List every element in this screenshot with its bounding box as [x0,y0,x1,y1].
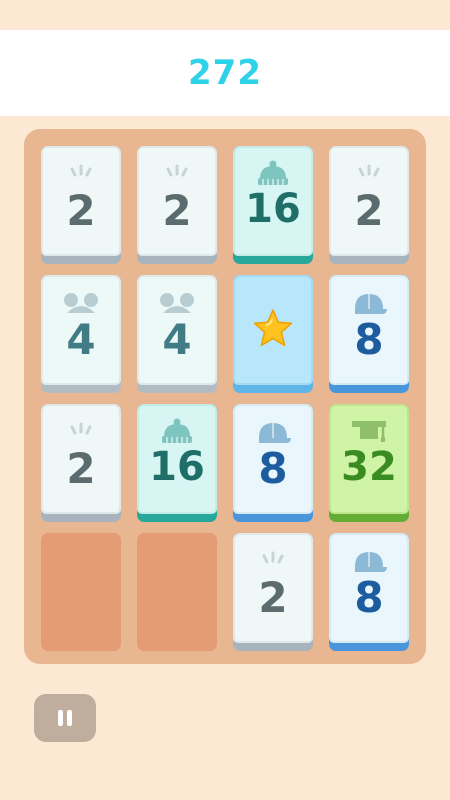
tile-face: 8 [233,404,313,514]
game-board[interactable]: 2 2 16 2 4 4 8 2 16 8 32 2 8 [24,129,426,664]
beanie-hat-icon [253,160,293,186]
tile-value: 4 [162,315,192,364]
empty-slot [41,533,121,651]
tile-value: 16 [245,186,301,232]
tile-value: 8 [354,315,384,364]
tile-4[interactable]: 4 [137,275,217,393]
tile-2[interactable]: 2 [329,146,409,264]
score-header: 272 [0,30,450,116]
tile-8[interactable]: 8 [329,275,409,393]
sparkle-icon [61,418,101,444]
status-bar [0,0,450,30]
sparkle-icon [349,160,389,186]
tile-face: 4 [41,275,121,385]
empty-slot [137,533,217,651]
star-icon [252,307,294,353]
tile-32[interactable]: 32 [329,404,409,522]
tile-value: 8 [354,573,384,622]
tile-face: 2 [41,146,121,256]
tile-8[interactable]: 8 [233,404,313,522]
tile-2[interactable]: 2 [41,146,121,264]
tile-face: 8 [329,275,409,385]
tile-2[interactable]: 2 [137,146,217,264]
tile-value: 2 [66,186,96,235]
tile-face [233,275,313,385]
tile-face: 2 [137,146,217,256]
sparkle-icon [61,160,101,186]
star-tile[interactable] [233,275,313,393]
cap-icon [253,418,293,444]
score-value: 272 [188,53,262,93]
tile-value: 2 [354,186,384,235]
sparkle-icon [253,547,293,573]
mouse-ears-icon [61,289,101,315]
tile-2[interactable]: 2 [41,404,121,522]
tile-value: 2 [162,186,192,235]
tile-value: 16 [149,444,205,490]
tile-value: 2 [66,444,96,493]
tile-8[interactable]: 8 [329,533,409,651]
tile-face: 2 [233,533,313,643]
tile-2[interactable]: 2 [233,533,313,651]
tile-value: 4 [66,315,96,364]
pause-icon [58,710,72,726]
tile-value: 8 [258,444,288,493]
mouse-ears-icon [157,289,197,315]
tile-16[interactable]: 16 [233,146,313,264]
tile-face: 4 [137,275,217,385]
pause-button[interactable] [34,694,96,742]
tile-value: 2 [258,573,288,622]
cap-icon [349,547,389,573]
tile-16[interactable]: 16 [137,404,217,522]
beanie-hat-icon [157,418,197,444]
sparkle-icon [157,160,197,186]
graduation-cap-icon [349,418,389,444]
cap-icon [349,289,389,315]
tile-face: 16 [137,404,217,514]
tile-face: 32 [329,404,409,514]
tile-face: 16 [233,146,313,256]
tile-face: 2 [41,404,121,514]
tile-4[interactable]: 4 [41,275,121,393]
tile-face: 8 [329,533,409,643]
tile-value: 32 [341,444,397,490]
tile-face: 2 [329,146,409,256]
